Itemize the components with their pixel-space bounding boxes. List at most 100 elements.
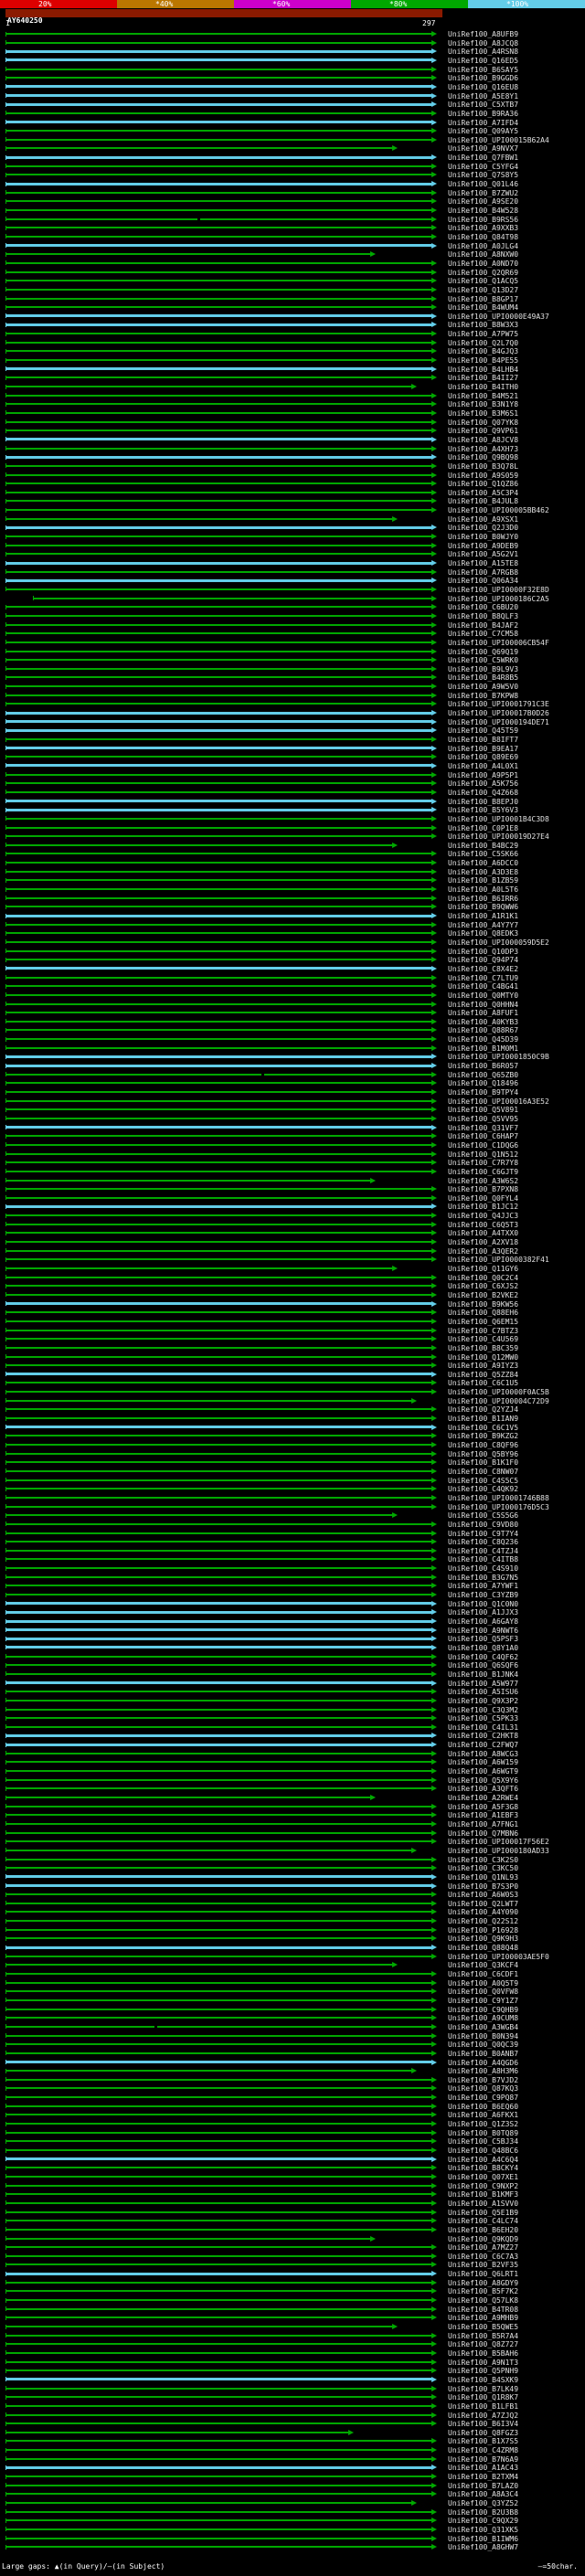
hit-bar[interactable] [5,959,431,961]
hit-label[interactable]: UniRef100_B3N1Y8 [448,400,518,409]
hit-label[interactable]: UniRef100_A1R1K1 [448,912,518,921]
hit-label[interactable]: UniRef100_B8W3X3 [448,321,518,330]
hit-bar[interactable] [5,808,431,811]
hit-label[interactable]: UniRef100_B3M6S1 [448,409,518,419]
hit-bar[interactable] [5,1902,431,1904]
hit-bar[interactable] [5,2210,431,2213]
hit-bar[interactable] [5,2360,431,2363]
hit-label[interactable]: UniRef100_UPI00017F56E2 [448,1838,549,1847]
hit-bar[interactable] [5,2184,431,2187]
hit-bar[interactable] [5,1082,431,1085]
hit-bar[interactable] [5,1973,431,1975]
hit-bar[interactable] [5,535,431,538]
hit-label[interactable]: UniRef100_Q1Z3S2 [448,2120,518,2129]
hit-bar[interactable] [5,1267,392,1269]
hit-label[interactable]: UniRef100_A8JCV8 [448,436,518,445]
hit-bar[interactable] [5,2201,431,2204]
hit-label[interactable]: UniRef100_Q5VV95 [448,1115,518,1124]
hit-label[interactable]: UniRef100_A5W977 [448,1680,518,1689]
hit-bar[interactable] [5,2431,349,2433]
hit-bar[interactable] [5,561,431,565]
hit-bar[interactable] [5,1752,431,1754]
hit-bar[interactable] [5,2070,411,2072]
hit-label[interactable]: UniRef100_UPI000186C2A5 [448,595,549,604]
hit-label[interactable]: UniRef100_A7FNG1 [448,1820,518,1829]
hit-bar[interactable] [5,2228,431,2231]
hit-label[interactable]: UniRef100_UPI000176D5C3 [448,1503,549,1512]
hit-bar[interactable] [5,659,431,662]
hit-bar[interactable] [5,509,431,512]
hit-bar[interactable] [5,102,431,106]
hit-bar[interactable] [5,41,431,44]
hit-label[interactable]: UniRef100_A8A3C4 [448,2490,518,2499]
hit-label[interactable]: UniRef100_C9PQ87 [448,2094,518,2103]
hit-label[interactable]: UniRef100_C6CDF1 [448,1970,518,1979]
hit-bar[interactable] [5,1020,431,1023]
hit-label[interactable]: UniRef100_Q57LK8 [448,2296,518,2306]
hit-bar[interactable] [5,473,431,476]
hit-label[interactable]: UniRef100_Q2L7Q0 [448,339,518,348]
hit-bar[interactable] [5,914,431,917]
hit-bar[interactable] [33,597,431,599]
hit-bar[interactable] [5,728,431,732]
hit-bar[interactable] [5,280,431,282]
hit-label[interactable]: UniRef100_C5BJ34 [448,2137,518,2147]
hit-label[interactable]: UniRef100_C4S5C5 [448,1477,518,1486]
hit-bar[interactable] [5,1444,431,1446]
hit-bar[interactable] [5,217,431,220]
hit-label[interactable]: UniRef100_C9T7Y4 [448,1530,518,1539]
hit-label[interactable]: UniRef100_A4QGD6 [448,2059,518,2068]
hit-bar[interactable] [5,191,431,194]
hit-bar[interactable] [5,2493,431,2496]
hit-bar[interactable] [5,1770,431,1773]
hit-bar[interactable] [5,1496,431,1499]
hit-bar[interactable] [5,1285,431,1288]
hit-label[interactable]: UniRef100_Q0QC39 [448,2041,518,2050]
hit-bar[interactable] [5,2546,431,2549]
hit-label[interactable]: UniRef100_C7LTU9 [448,974,518,983]
hit-bar[interactable] [5,253,371,256]
hit-label[interactable]: UniRef100_B4SXK9 [448,2376,518,2385]
hit-label[interactable]: UniRef100_C5S5G6 [448,1511,518,1521]
hit-label[interactable]: UniRef100_C9Y1Z7 [448,1997,518,2006]
hit-bar[interactable] [5,1733,431,1737]
hit-label[interactable]: UniRef100_Q6EM15 [448,1318,518,1327]
hit-bar[interactable] [5,843,392,846]
hit-label[interactable]: UniRef100_B2U3B8 [448,2508,518,2518]
hit-label[interactable]: UniRef100_Q0MTY0 [448,991,518,1001]
hit-bar[interactable] [5,1338,431,1341]
hit-bar[interactable] [5,1725,431,1728]
hit-bar[interactable] [5,985,431,988]
hit-label[interactable]: UniRef100_B7S3P0 [448,1882,518,1892]
hit-bar[interactable] [5,1417,431,1420]
hit-label[interactable]: UniRef100_B4BC29 [448,842,518,851]
hit-label[interactable]: UniRef100_A0Q5T9 [448,1979,518,1988]
hit-label[interactable]: UniRef100_B7LAZ0 [448,2482,518,2491]
hit-bar[interactable] [5,782,431,785]
hit-bar[interactable] [5,2025,431,2028]
hit-bar[interactable] [5,1452,431,1455]
hit-label[interactable]: UniRef100_B3Q78L [448,462,518,472]
hit-bar[interactable] [5,544,431,546]
hit-label[interactable]: UniRef100_A9S059 [448,472,518,481]
hit-bar[interactable] [5,773,431,776]
hit-bar[interactable] [5,464,431,467]
hit-bar[interactable] [5,1743,431,1746]
hit-bar[interactable] [5,1373,431,1376]
hit-bar[interactable] [5,288,431,291]
hit-label[interactable]: UniRef100_B8CKY4 [448,2164,518,2173]
hit-bar[interactable] [5,1920,431,1923]
hit-bar[interactable] [5,2272,431,2275]
hit-label[interactable]: UniRef100_A5K756 [448,779,518,789]
hit-label[interactable]: UniRef100_C5SK66 [448,850,518,859]
hit-label[interactable]: UniRef100_A4Y090 [448,1908,518,1917]
hit-bar[interactable] [5,341,431,344]
hit-label[interactable]: UniRef100_A9MHB9 [448,2314,518,2323]
hit-bar[interactable] [5,1505,431,1508]
hit-label[interactable]: UniRef100_C2HKT8 [448,1732,518,1741]
hit-label[interactable]: UniRef100_A6DCC0 [448,859,518,868]
hit-bar[interactable] [5,403,431,406]
hit-bar[interactable] [5,1619,431,1623]
hit-label[interactable]: UniRef100_B7N6A9 [448,2455,518,2465]
hit-bar[interactable] [5,1161,431,1164]
